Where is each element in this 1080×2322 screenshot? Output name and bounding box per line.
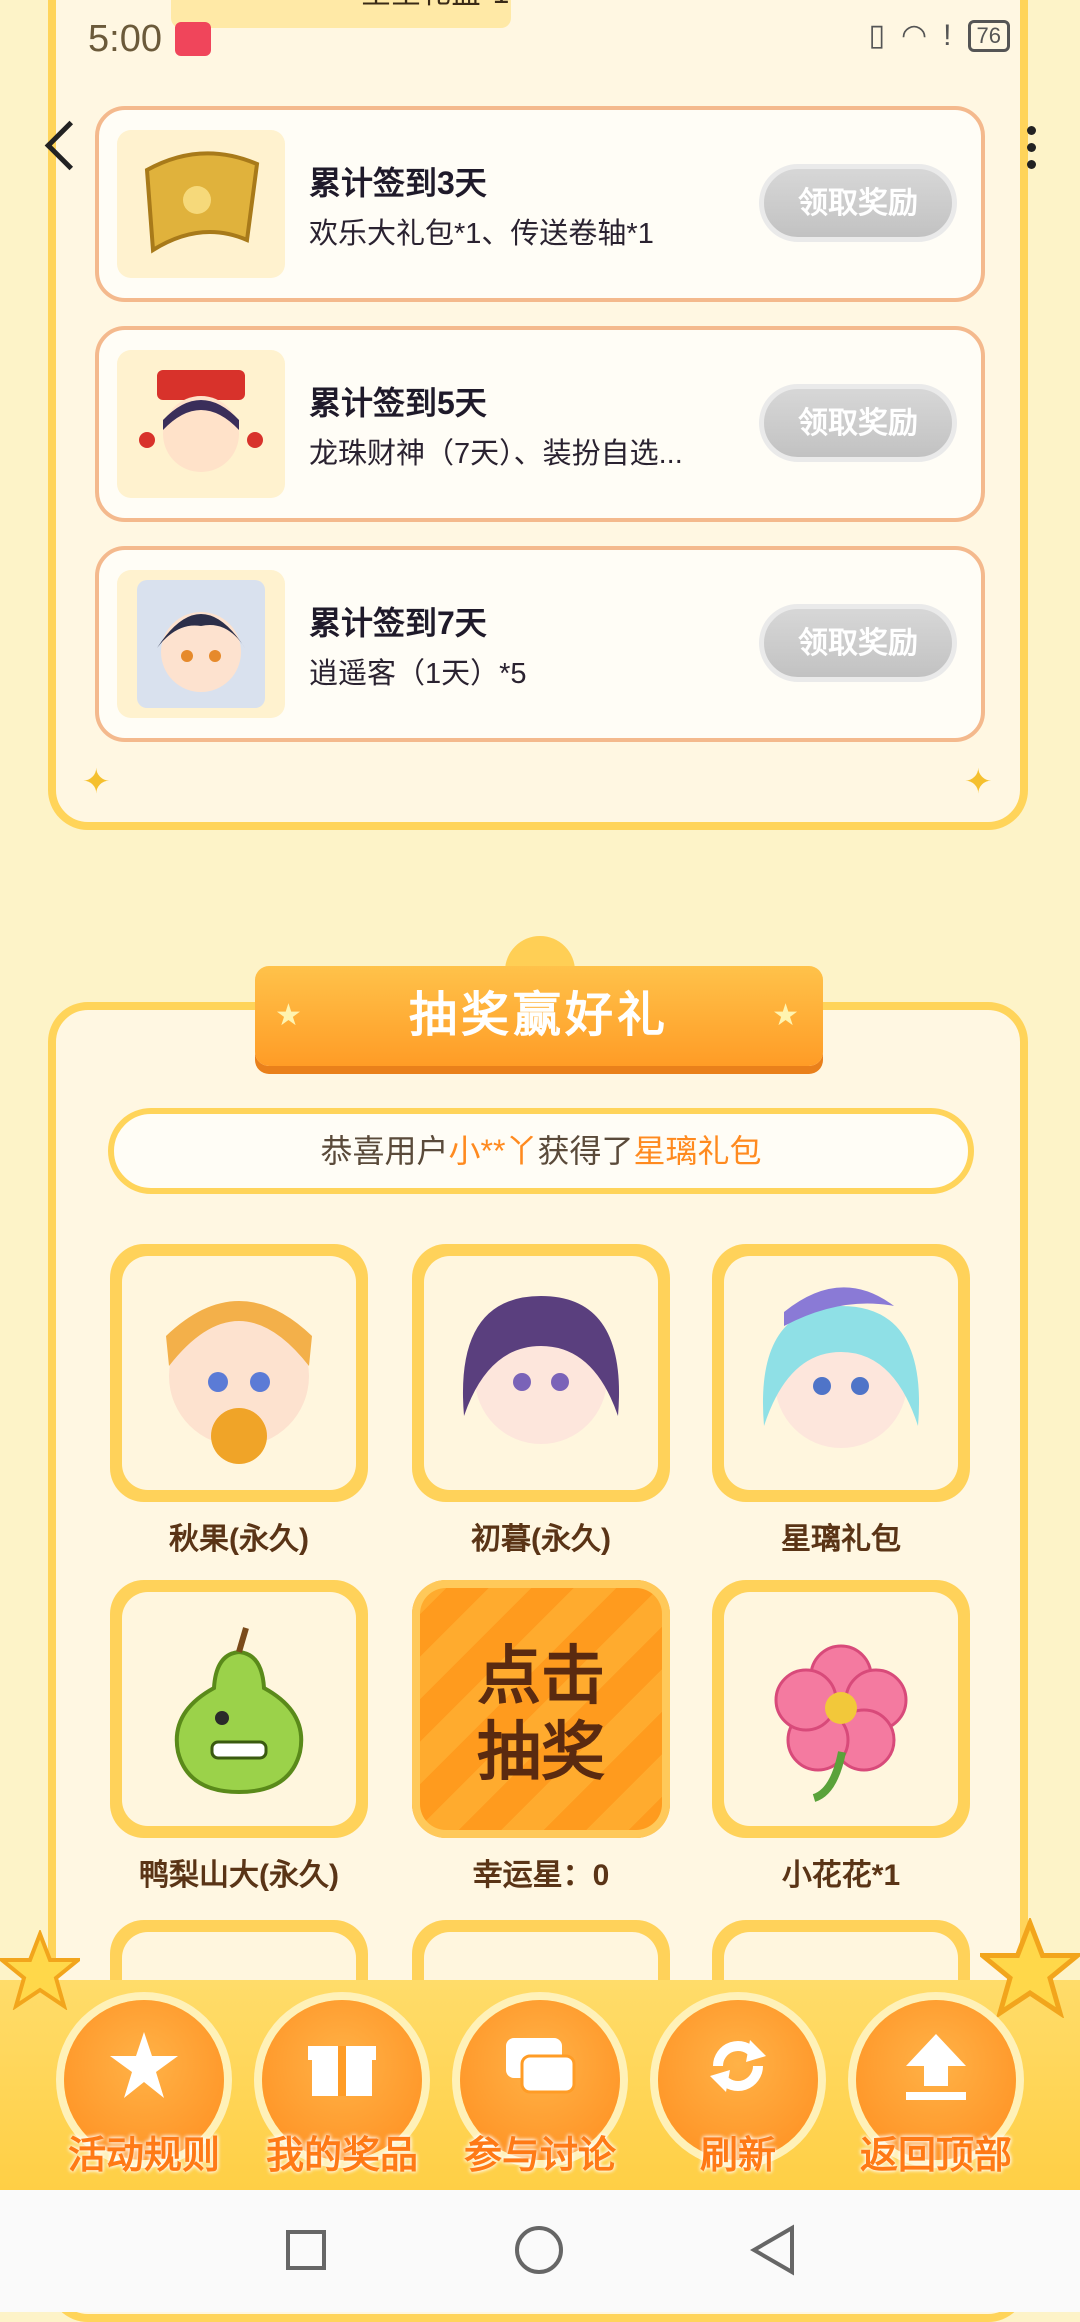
reward-title: 累计签到5天	[309, 385, 487, 421]
claim-reward-button[interactable]: 领取奖励	[759, 604, 957, 682]
qiuguo-avatar	[122, 1256, 356, 1490]
back-to-top-icon	[906, 2034, 966, 2100]
lottery-title: 抽奖赢好礼	[408, 989, 669, 1042]
sparkle-icon: ✦	[964, 763, 993, 801]
star-icon	[980, 1918, 1080, 2018]
lucky-star-count: 0	[592, 1859, 610, 1892]
star-icon: ★	[772, 999, 803, 1032]
notice-user: 小**丫	[448, 1133, 538, 1169]
dock-label: 刷新	[699, 2135, 776, 2177]
draw-lottery-button[interactable]: 点击 抽奖	[412, 1580, 670, 1838]
reward-title: 累计签到3天	[309, 165, 487, 201]
prize-cell-qiuguo	[110, 1244, 368, 1502]
prize-cell-chumu	[412, 1244, 670, 1502]
lucky-star-label: 幸运星：	[472, 1859, 593, 1892]
lottery-title-ribbon: ★ 抽奖赢好礼 ★	[255, 966, 823, 1066]
back-nav-icon[interactable]	[748, 2224, 798, 2276]
star-icon: ★	[275, 999, 306, 1032]
action-dock: 活动规则 我的奖品 参与讨论 刷新 返回顶部	[0, 1918, 1080, 2190]
sparkle-icon: ✦	[82, 763, 111, 801]
draw-line2: 抽奖	[477, 1716, 605, 1788]
lucky-star-counter: 幸运星：0	[412, 1850, 670, 1894]
battery-icon: 76	[967, 19, 1010, 52]
reward-desc: 逍遥客（1天）*5	[309, 658, 527, 690]
xiaoyaoke-avatar-thumbnail	[117, 570, 285, 718]
gift-icon	[308, 2046, 376, 2096]
prize-label: 小花花*1	[781, 1859, 901, 1892]
claim-reward-button[interactable]: 领取奖励	[759, 164, 957, 242]
notice-prize: 星璃礼包	[633, 1133, 762, 1169]
dock-label: 参与讨论	[463, 2135, 616, 2177]
recent-apps-icon[interactable]	[286, 2230, 326, 2270]
reward-title: 累计签到7天	[309, 605, 487, 641]
reward-row-day7: 累计签到7天 逍遥客（1天）*5 领取奖励	[95, 546, 985, 742]
notice-prefix: 恭喜用户	[320, 1133, 449, 1169]
scroll-thumbnail	[117, 130, 285, 278]
vibrate-icon: ▯	[868, 19, 885, 52]
rules-icon	[110, 2032, 178, 2098]
home-icon[interactable]	[515, 2226, 563, 2274]
reward-row-day3: 累计签到3天 欢乐大礼包*1、传送卷轴*1 领取奖励	[95, 106, 985, 302]
dock-label: 活动规则	[67, 2135, 220, 2177]
prize-label: 初暮(永久)	[471, 1523, 611, 1556]
xingli-avatar	[724, 1256, 958, 1490]
prize-cell-xingli	[712, 1244, 970, 1502]
status-icons: ▯ ◠ ! 76	[868, 18, 1010, 53]
draw-line1: 点击	[477, 1640, 605, 1712]
reward-row-day5: 累计签到5天 龙珠财神（7天）、装扮自选... 领取奖励	[95, 326, 985, 522]
notice-mid: 获得了	[537, 1133, 634, 1169]
notification-badge-icon	[175, 22, 211, 56]
more-options-icon[interactable]	[1027, 126, 1036, 177]
status-time: 5:00	[88, 18, 162, 60]
claim-reward-button[interactable]: 领取奖励	[759, 384, 957, 462]
winner-notice: 恭喜用户小**丫获得了星璃礼包	[108, 1108, 974, 1194]
dock-label: 返回顶部	[859, 2135, 1012, 2177]
prize-label: 星璃礼包	[781, 1523, 901, 1556]
chat-icon	[506, 2038, 576, 2094]
reward-desc: 欢乐大礼包*1、传送卷轴*1	[309, 218, 654, 250]
dock-label: 我的奖品	[265, 2135, 418, 2177]
pear-icon	[122, 1592, 356, 1826]
alert-icon: !	[943, 18, 952, 52]
caishen-avatar-thumbnail	[117, 350, 285, 498]
star-icon	[0, 1930, 80, 2010]
reward-desc: 龙珠财神（7天）、装扮自选...	[309, 438, 683, 470]
refresh-icon	[710, 2040, 766, 2092]
chumu-avatar	[424, 1256, 658, 1490]
prize-label: 鸭梨山大(永久)	[139, 1859, 339, 1892]
prize-cell-flower	[712, 1580, 970, 1838]
status-bar: 5:00 ▯ ◠ ! 76	[0, 0, 1080, 80]
flower-icon	[724, 1592, 958, 1826]
wifi-icon: ◠	[900, 19, 928, 52]
prize-label: 秋果(永久)	[169, 1523, 309, 1556]
prize-cell-yali	[110, 1580, 368, 1838]
system-nav-bar	[0, 2190, 1080, 2312]
